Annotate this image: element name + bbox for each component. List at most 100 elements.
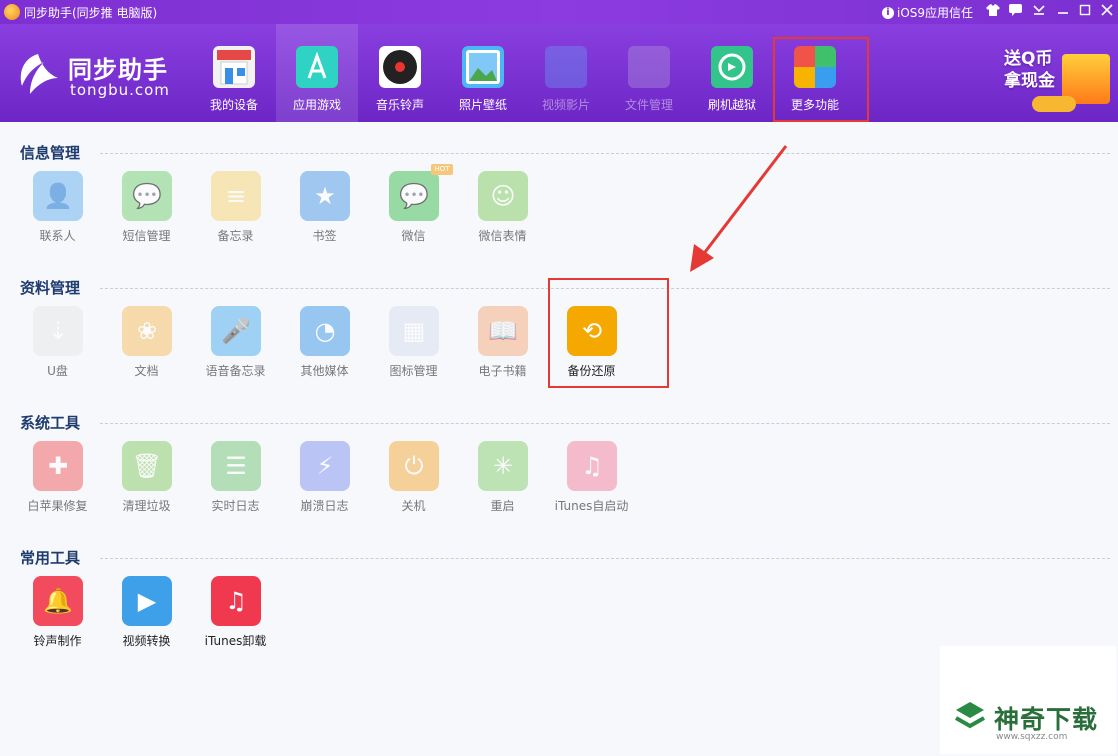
- tool-label: 备忘录: [217, 229, 254, 243]
- tool-label: 语音备忘录: [205, 364, 266, 378]
- sms-icon: 💬: [122, 171, 172, 221]
- section-divider: [100, 423, 1110, 424]
- nav-label: 应用游戏: [292, 98, 341, 112]
- section-title: 系统工具: [20, 414, 81, 432]
- film-icon: [545, 46, 587, 88]
- tool-label: 其他媒体: [300, 364, 349, 378]
- nav-item-5[interactable]: 视频影片: [525, 24, 607, 122]
- tool-label: 文档: [134, 364, 159, 378]
- watermark: 神奇下载 www.sqxzz.com: [940, 646, 1116, 754]
- ios9-trust-link[interactable]: i iOS9应用信任: [882, 4, 973, 21]
- tool-label: 铃声制作: [33, 634, 82, 648]
- nav-item-7[interactable]: 刷机越狱: [691, 24, 773, 122]
- itunes-autostart-icon: ♫: [567, 441, 617, 491]
- info-icon: i: [882, 6, 894, 19]
- tool-label: 白苹果修复: [27, 499, 88, 513]
- trust-label: iOS9应用信任: [897, 6, 974, 20]
- tool-label: 崩溃日志: [300, 499, 349, 513]
- video-convert-icon: ▶: [122, 576, 172, 626]
- tool-label: 微信: [401, 229, 426, 243]
- feedback-icon[interactable]: [1006, 3, 1024, 21]
- highlight-more-functions: [773, 37, 869, 122]
- promo-banner[interactable]: 送Q币 拿现金: [1000, 40, 1112, 118]
- memo-icon: ≡: [211, 171, 261, 221]
- wechat-icon: 💬: [389, 171, 439, 221]
- section-divider: [100, 558, 1110, 559]
- photo-icon: [462, 46, 504, 88]
- nav-label: 我的设备: [209, 98, 258, 112]
- tool-label: 清理垃圾: [122, 499, 171, 513]
- usb-drive-icon: ⇣: [33, 306, 83, 356]
- coins-icon: [1032, 96, 1076, 112]
- file-icon: [628, 46, 670, 88]
- close-icon[interactable]: [1098, 3, 1116, 21]
- music-disc-icon: [379, 46, 421, 88]
- log-icon: ☰: [211, 441, 261, 491]
- title-bar: 同步助手(同步推 电脑版) i iOS9应用信任: [0, 0, 1118, 24]
- ebook-icon: 📖: [478, 306, 528, 356]
- tool-label: U盘: [47, 364, 68, 378]
- tongbu-logo-icon: [20, 54, 58, 94]
- tool-label: 视频转换: [122, 634, 171, 648]
- hot-badge: HOT: [431, 164, 453, 175]
- section-title: 常用工具: [20, 549, 81, 567]
- power-icon: ⏻: [389, 441, 439, 491]
- skin-icon[interactable]: [984, 3, 1002, 21]
- refresh-icon: [711, 46, 753, 88]
- nav-label: 刷机越狱: [707, 98, 756, 112]
- nav-item-4[interactable]: 照片壁纸: [442, 24, 524, 122]
- tool-label: 电子书籍: [478, 364, 527, 378]
- main-toolbar: 同步助手 tongbu.com 我的设备 应用游戏 音乐铃声 照片壁纸 视频影片 文件管理…: [0, 24, 1118, 122]
- promo-text: 送Q币 拿现金: [1004, 48, 1055, 92]
- window-title: 同步助手(同步推 电脑版): [24, 6, 158, 20]
- tool-label: 图标管理: [389, 364, 438, 378]
- appstore-icon: [296, 46, 338, 88]
- nav-item-1[interactable]: 我的设备: [193, 24, 275, 122]
- trash-icon: 🗑: [122, 441, 172, 491]
- logo-text-cn: 同步助手: [68, 56, 168, 84]
- document-icon: ❀: [122, 306, 172, 356]
- microphone-icon: 🎤: [211, 306, 261, 356]
- nav-item-3[interactable]: 音乐铃声: [359, 24, 441, 122]
- nav-item-6[interactable]: 文件管理: [608, 24, 690, 122]
- tool-label: iTunes自启动: [554, 499, 629, 513]
- watermark-text: 神奇下载: [994, 705, 1099, 734]
- nav-label: 照片壁纸: [458, 98, 507, 112]
- nav-item-2[interactable]: 应用游戏: [276, 24, 358, 122]
- emoji-icon: ☺: [478, 171, 528, 221]
- tool-label: 书签: [312, 229, 337, 243]
- section-divider: [100, 153, 1110, 154]
- minimize-icon[interactable]: [1054, 3, 1072, 21]
- watermark-url: www.sqxzz.com: [996, 732, 1068, 742]
- section-title: 信息管理: [20, 144, 81, 162]
- store-icon: [213, 46, 255, 88]
- tool-label: 微信表情: [478, 229, 527, 243]
- tool-label: 重启: [490, 499, 515, 513]
- maximize-icon[interactable]: [1076, 3, 1094, 21]
- tool-label: 关机: [401, 499, 426, 513]
- promo-line2: 拿现金: [1004, 71, 1055, 91]
- bookmark-icon: ★: [300, 171, 350, 221]
- menu-icon[interactable]: [1030, 3, 1048, 21]
- contacts-icon: 👤: [33, 171, 83, 221]
- brand-logo: 同步助手 tongbu.com: [14, 48, 184, 104]
- icon-grid-icon: ▦: [389, 306, 439, 356]
- highlight-backup-restore: [548, 278, 669, 388]
- nav-label: 视频影片: [541, 98, 590, 112]
- tool-label: iTunes卸载: [204, 634, 267, 648]
- tool-label: 实时日志: [211, 499, 260, 513]
- tool-label: 短信管理: [122, 229, 171, 243]
- nav-label: 音乐铃声: [375, 98, 424, 112]
- apple-fix-icon: ✚: [33, 441, 83, 491]
- tool-label: 联系人: [39, 229, 76, 243]
- nav-label: 文件管理: [624, 98, 673, 112]
- section-title: 资料管理: [20, 279, 81, 297]
- media-icon: ◔: [300, 306, 350, 356]
- crash-log-icon: ⚡: [300, 441, 350, 491]
- app-logo-icon: [4, 4, 20, 20]
- promo-line1: 送Q币: [1004, 49, 1053, 69]
- itunes-uninstall-icon: ♫: [211, 576, 261, 626]
- logo-text-en: tongbu.com: [70, 81, 170, 99]
- restart-icon: ✳: [478, 441, 528, 491]
- ringtone-icon: 🔔: [33, 576, 83, 626]
